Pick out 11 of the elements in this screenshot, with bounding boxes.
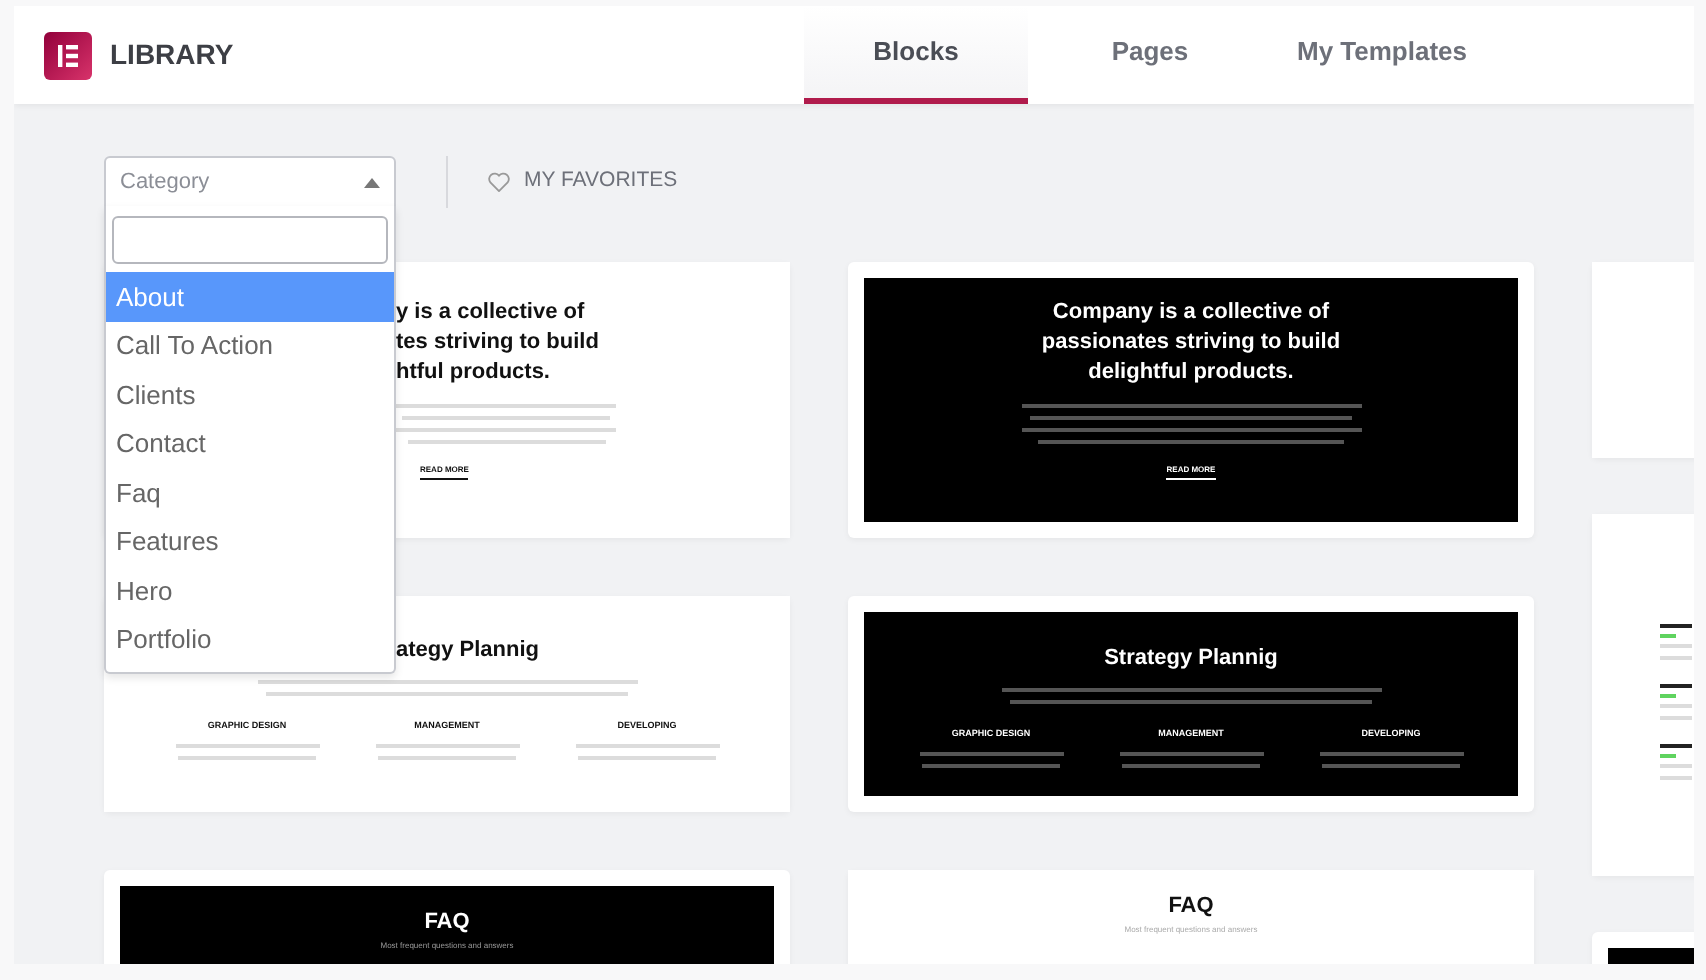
card-heading: htful products. [396, 358, 550, 388]
card-heading: y is a collective of [396, 298, 585, 328]
card-heading: passionates striving to build [1041, 328, 1341, 358]
library-title: LIBRARY [110, 36, 234, 74]
card-heading: ategy Plannig [396, 638, 540, 662]
card-heading: FAQ [424, 908, 470, 938]
card-heading: Strategy Plannig [1104, 646, 1278, 670]
card-heading: tes striving to build [396, 328, 599, 358]
card-heading: delightful products. [1088, 358, 1294, 388]
card-heading: FAQ [1168, 892, 1214, 922]
card-heading: Company is a collective of [1052, 298, 1330, 328]
